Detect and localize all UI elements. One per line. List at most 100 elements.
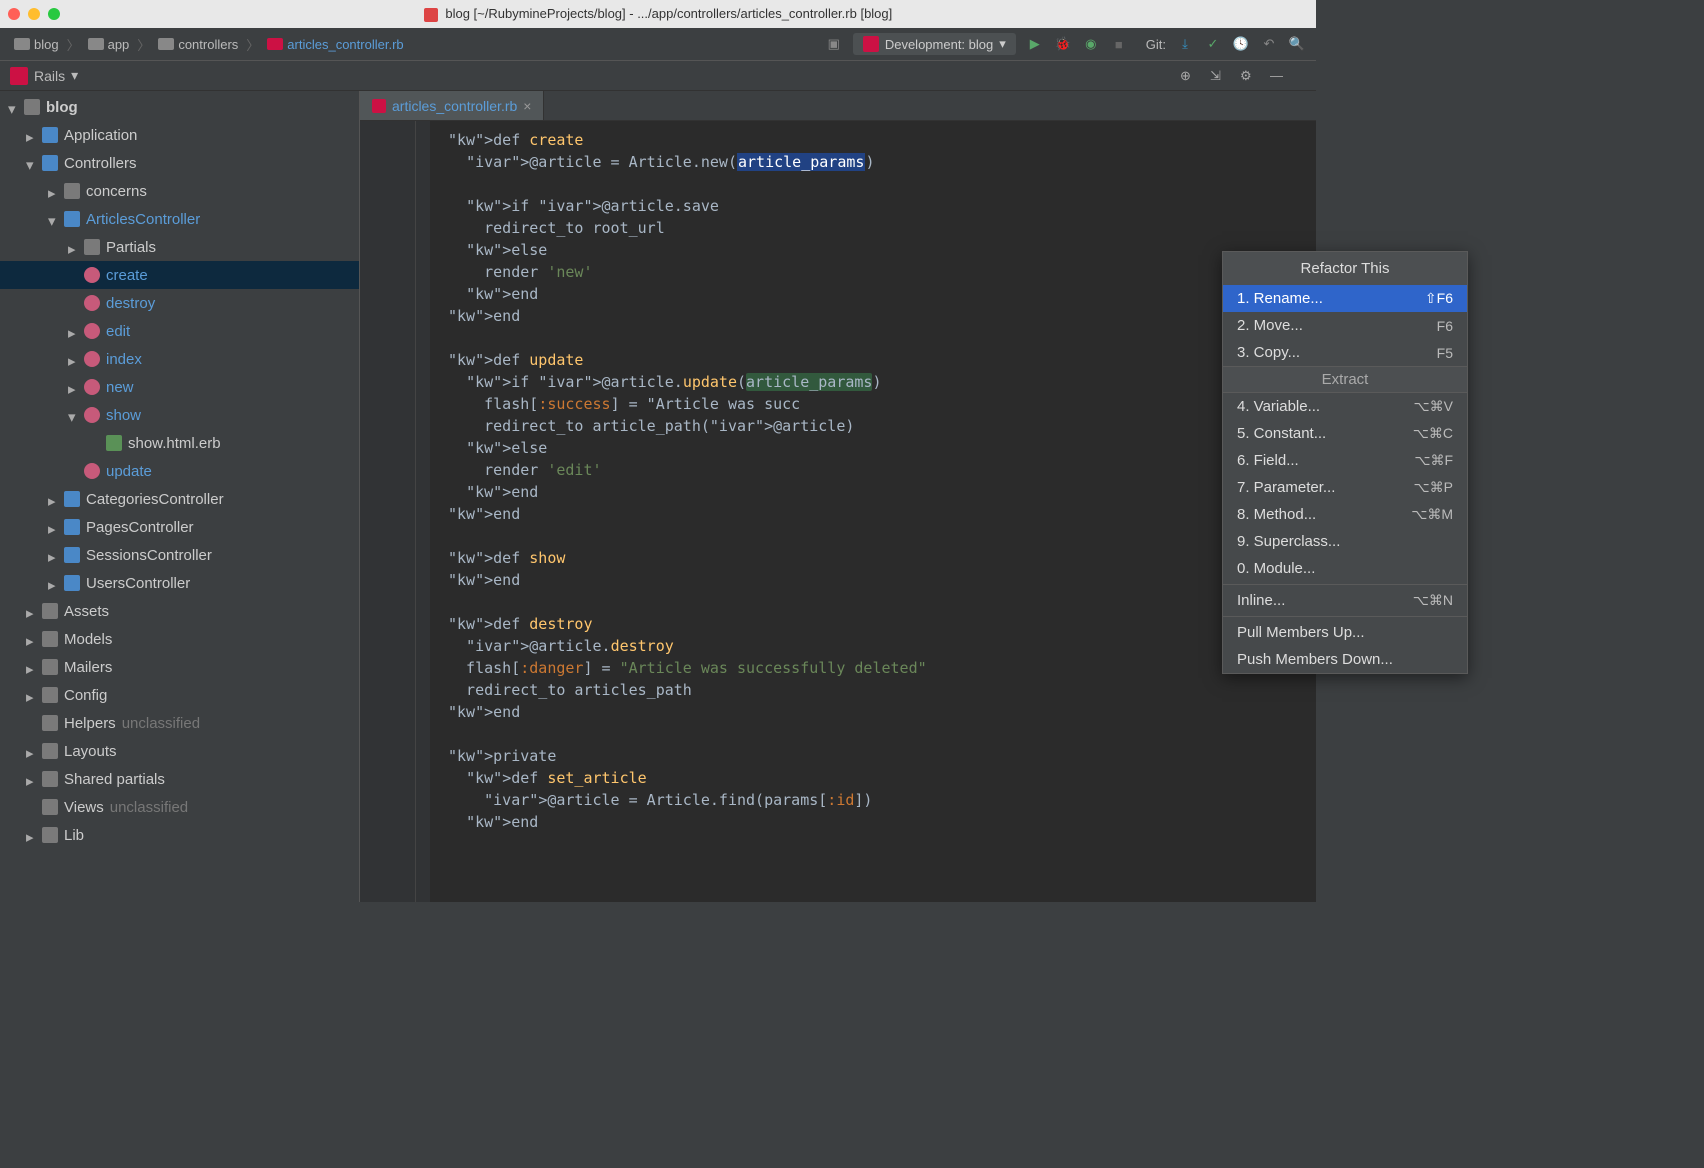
menu-item-rename[interactable]: 1. Rename...⇧F6 [1223,285,1467,312]
rails-icon [863,36,879,52]
tree-node-shared-partials[interactable]: Shared partials [0,765,359,793]
editor: articles_controller.rb × "kw">def create… [360,91,1316,902]
method-icon [84,295,100,311]
tree-node-assets[interactable]: Assets [0,597,359,625]
menu-separator [1223,584,1467,585]
close-tab-icon[interactable]: × [523,98,531,114]
window-title: blog [~/RubymineProjects/blog] - .../app… [0,6,1316,22]
chevron-down-icon: ▾ [71,67,78,84]
menu-separator [1223,616,1467,617]
tree-node-index[interactable]: index [0,345,359,373]
erb-icon [106,435,122,451]
rails-icon [10,67,28,85]
breadcrumb: blog 〉 app 〉 controllers 〉 articles_cont… [10,35,821,54]
menu-item-constant[interactable]: 5. Constant...⌥⌘C [1223,420,1467,447]
stop-button[interactable]: ■ [1110,35,1128,53]
tree-node-config[interactable]: Config [0,681,359,709]
build-icon[interactable]: ▣ [825,35,843,53]
tree-node-users-controller[interactable]: UsersController [0,569,359,597]
code-area[interactable]: "kw">def create "ivar">@article = Articl… [430,121,1316,902]
titlebar: blog [~/RubymineProjects/blog] - .../app… [0,0,1316,28]
menu-item-push-members-down[interactable]: Push Members Down... [1223,646,1467,673]
tree-node-application[interactable]: Application [0,121,359,149]
run-button[interactable]: ▶ [1026,35,1044,53]
menu-item-variable[interactable]: 4. Variable...⌥⌘V [1223,393,1467,420]
breadcrumb-item-blog[interactable]: blog [10,35,63,54]
breadcrumb-item-app[interactable]: app [84,35,134,54]
toolbar: ▣ Development: blog ▾ ▶ 🐞 ◉ ■ Git: ⤓ ✓ 🕓… [825,33,1306,55]
tree-node-lib[interactable]: Lib [0,821,359,849]
folder-icon [42,715,58,731]
menu-section-extract: Extract [1223,366,1467,393]
fold-gutter [416,121,430,902]
folder-icon [88,38,104,50]
project-view-selector[interactable]: Rails ▾ [10,67,78,85]
editor-body[interactable]: "kw">def create "ivar">@article = Articl… [360,121,1316,902]
menu-item-copy[interactable]: 3. Copy...F5 [1223,339,1467,366]
controllers-icon [42,155,58,171]
revert-button[interactable]: ↶ [1260,35,1278,53]
tree-node-update[interactable]: update [0,457,359,485]
tree-node-views[interactable]: Viewsunclassified [0,793,359,821]
project-tree[interactable]: blog Application Controllers concerns Ar… [0,91,360,902]
tree-node-concerns[interactable]: concerns [0,177,359,205]
menu-item-module[interactable]: 0. Module... [1223,555,1467,582]
refactor-this-menu: Refactor This 1. Rename...⇧F62. Move...F… [1222,251,1468,674]
menu-item-field[interactable]: 6. Field...⌥⌘F [1223,447,1467,474]
folder-icon [42,631,58,647]
git-history-button[interactable]: 🕓 [1232,35,1250,53]
tree-node-pages-controller[interactable]: PagesController [0,513,359,541]
tree-node-helpers[interactable]: Helpersunclassified [0,709,359,737]
editor-tabs: articles_controller.rb × [360,91,1316,121]
ruby-icon [267,38,283,50]
tree-node-create[interactable]: create [0,261,359,289]
debug-button[interactable]: 🐞 [1054,35,1072,53]
collapse-all-icon[interactable]: ⇲ [1210,68,1226,84]
git-commit-button[interactable]: ✓ [1204,35,1222,53]
tree-node-articles-controller[interactable]: ArticlesController [0,205,359,233]
folder-icon [42,659,58,675]
folder-icon [14,38,30,50]
chevron-down-icon: ▾ [999,36,1006,52]
tree-node-edit[interactable]: edit [0,317,359,345]
tree-node-controllers[interactable]: Controllers [0,149,359,177]
coverage-button[interactable]: ◉ [1082,35,1100,53]
menu-item-move[interactable]: 2. Move...F6 [1223,312,1467,339]
tree-node-sessions-controller[interactable]: SessionsController [0,541,359,569]
locate-icon[interactable]: ⊕ [1180,68,1196,84]
menu-item-pull-members-up[interactable]: Pull Members Up... [1223,619,1467,646]
menu-item-method[interactable]: 8. Method...⌥⌘M [1223,501,1467,528]
tree-node-categories-controller[interactable]: CategoriesController [0,485,359,513]
tree-node-models[interactable]: Models [0,625,359,653]
editor-tab-articles-controller[interactable]: articles_controller.rb × [360,91,544,120]
folder-icon [24,99,40,115]
tree-node-destroy[interactable]: destroy [0,289,359,317]
gear-icon[interactable]: ⚙ [1240,68,1256,84]
breadcrumb-item-controllers[interactable]: controllers [154,35,242,54]
method-icon [84,379,100,395]
tree-node-blog[interactable]: blog [0,93,359,121]
controller-icon [64,211,80,227]
controller-icon [64,547,80,563]
tree-node-layouts[interactable]: Layouts [0,737,359,765]
folder-icon [42,687,58,703]
folder-icon [64,183,80,199]
search-everywhere-button[interactable]: 🔍 [1288,35,1306,53]
tree-node-show-erb[interactable]: show.html.erb [0,429,359,457]
navigation-bar: blog 〉 app 〉 controllers 〉 articles_cont… [0,28,1316,61]
run-configuration-selector[interactable]: Development: blog ▾ [853,33,1016,55]
tree-node-show[interactable]: show [0,401,359,429]
menu-item-inline[interactable]: Inline...⌥⌘N [1223,587,1467,614]
tree-node-mailers[interactable]: Mailers [0,653,359,681]
folder-icon [42,743,58,759]
breadcrumb-item-file[interactable]: articles_controller.rb [263,35,407,54]
menu-item-parameter[interactable]: 7. Parameter...⌥⌘P [1223,474,1467,501]
chevron-right-icon: 〉 [67,35,80,54]
minimize-icon[interactable]: — [1270,68,1286,84]
tree-node-new[interactable]: new [0,373,359,401]
ruby-icon [424,8,438,22]
menu-title: Refactor This [1223,252,1467,285]
tree-node-partials[interactable]: Partials [0,233,359,261]
git-update-button[interactable]: ⤓ [1176,35,1194,53]
menu-item-superclass[interactable]: 9. Superclass... [1223,528,1467,555]
